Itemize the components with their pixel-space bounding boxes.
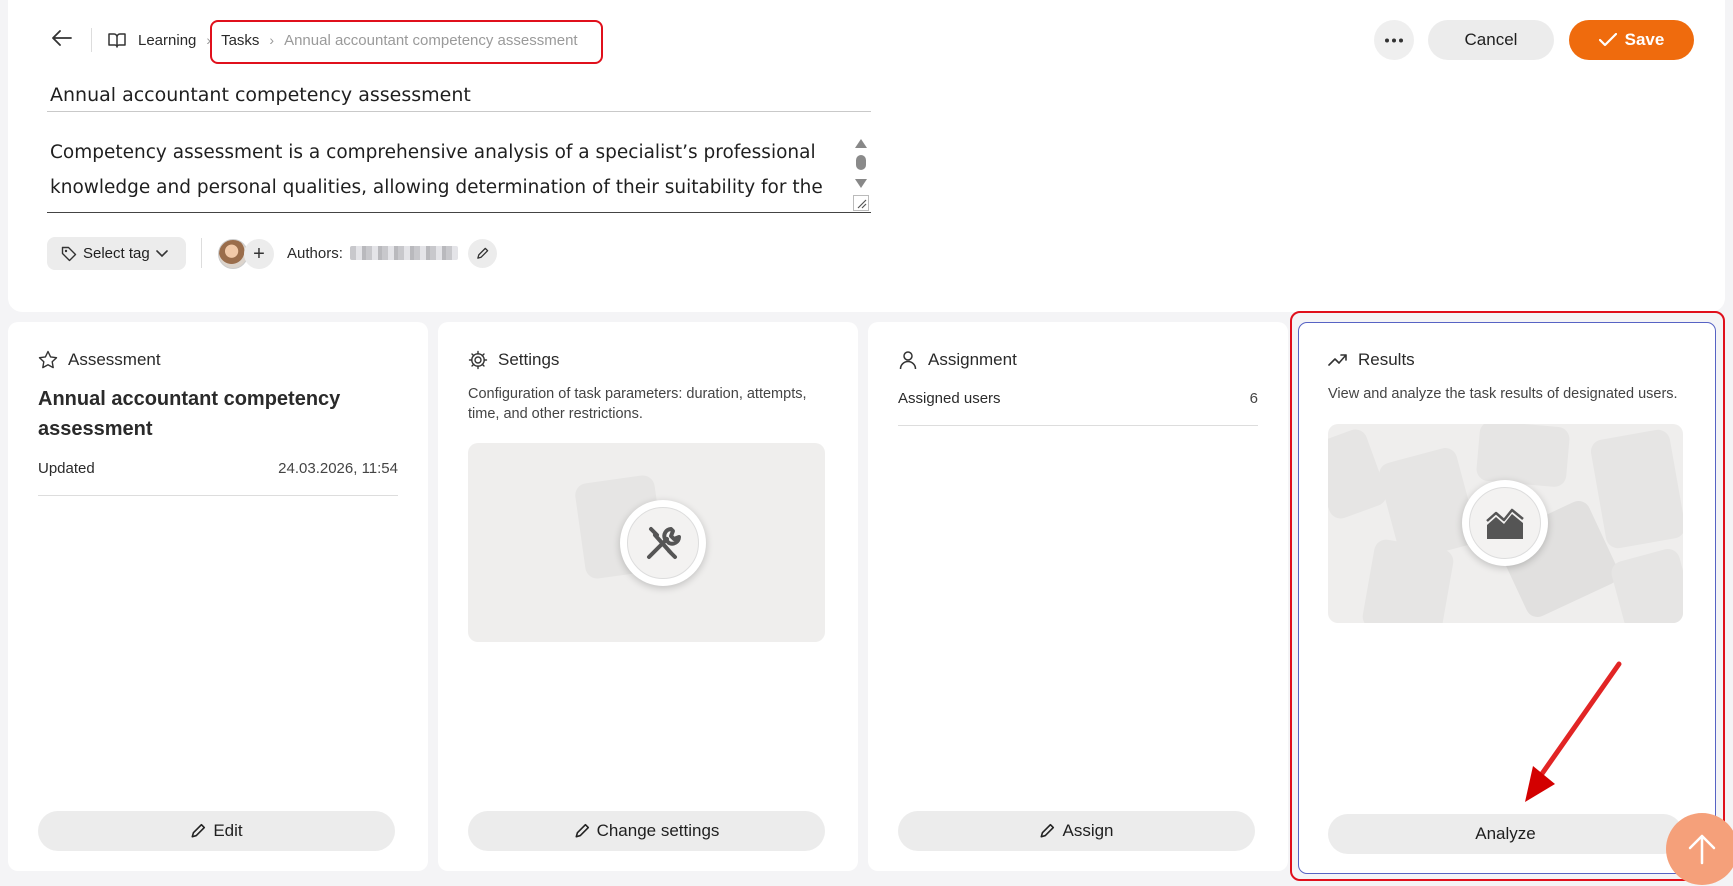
settings-illustration [468,443,825,642]
assigned-users-label: Assigned users [898,390,1001,407]
divider [201,238,202,268]
assessment-card-header: Assessment [38,350,161,370]
assigned-users-row: Assigned users 6 [898,390,1258,426]
resize-handle-icon[interactable] [853,195,869,211]
trending-up-icon [1328,354,1347,366]
breadcrumb-current: Annual accountant competency assessment [284,31,578,49]
assign-button-label: Assign [1062,821,1114,840]
annotation-arrow [1525,661,1622,802]
arrow-up-icon [1688,834,1716,865]
breadcrumb-learning[interactable]: Learning [138,32,196,49]
star-icon [38,350,58,369]
change-settings-button[interactable]: Change settings [468,811,825,851]
select-tag-label: Select tag [83,245,150,262]
book-icon [108,32,126,48]
scroll-up-icon[interactable] [855,139,867,148]
divider [91,28,92,52]
wrench-screwdriver-icon [620,500,706,586]
settings-card-header: Settings [468,350,559,370]
assignment-card-title: Assignment [928,350,1017,369]
assignment-card-header: Assignment [898,350,1017,370]
breadcrumb: Learning › Tasks › Annual accountant com… [108,26,578,54]
author-name-blurred [350,246,458,260]
pencil-icon [575,823,589,838]
assigned-users-count: 6 [1249,390,1258,407]
checkmark-icon [1598,33,1617,47]
pencil-icon [1040,823,1055,838]
scroll-thumb[interactable] [856,155,866,170]
tag-icon [61,246,77,261]
scroll-down-icon[interactable] [855,179,867,188]
task-title-input[interactable] [47,78,871,112]
pencil-icon [191,823,206,838]
analyze-button[interactable]: Analyze [1328,814,1683,854]
add-author-button[interactable]: + [244,239,274,269]
pencil-icon [477,247,489,259]
assessment-card-title: Assessment [68,350,161,369]
results-illustration [1328,424,1683,623]
analyze-button-label: Analyze [1475,824,1536,843]
breadcrumb-tasks[interactable]: Tasks [221,32,259,49]
edit-button-label: Edit [213,821,243,840]
results-card-title: Results [1358,350,1415,369]
assessment-name: Annual accountant competency assessment [38,388,341,440]
authors-label: Authors: [287,245,343,262]
user-icon [899,351,917,370]
edit-authors-button[interactable] [468,239,497,268]
cancel-button[interactable]: Cancel [1428,20,1554,60]
chevron-right-icon: › [206,32,212,48]
results-card: Results View and analyze the task result… [1298,322,1716,874]
assign-button[interactable]: Assign [898,811,1255,851]
task-header-panel: Learning › Tasks › Annual accountant com… [8,0,1725,312]
select-tag-button[interactable]: Select tag [47,237,186,270]
plus-icon: + [253,242,265,265]
updated-label: Updated [38,460,95,477]
settings-card: Settings Configuration of task parameter… [438,322,858,871]
assignment-card: Assignment Assigned users 6 Assign [868,322,1288,871]
change-settings-label: Change settings [596,821,720,840]
save-button[interactable]: Save [1569,20,1694,60]
save-button-label: Save [1624,30,1665,49]
task-description-textarea[interactable]: Competency assessment is a comprehensive… [47,137,871,213]
task-description-text: Competency assessment is a comprehensive… [50,142,823,198]
settings-card-title: Settings [498,350,560,369]
updated-row: Updated 24.03.2026, 11:54 [38,460,398,496]
updated-value: 24.03.2026, 11:54 [278,460,398,477]
scroll-to-top-button[interactable] [1666,813,1733,885]
ellipsis-icon [1385,38,1403,42]
settings-description: Configuration of task parameters: durati… [468,386,807,422]
assessment-card: Assessment Annual accountant competency … [8,322,428,871]
chevron-down-icon [155,249,168,257]
back-arrow-icon[interactable] [48,24,76,52]
results-description: View and analyze the task results of des… [1328,386,1678,402]
more-options-button[interactable] [1374,20,1414,60]
chevron-right-icon: › [269,32,275,48]
area-chart-icon [1462,480,1548,566]
gear-icon [468,350,488,370]
results-card-header: Results [1328,350,1415,370]
edit-button[interactable]: Edit [38,811,395,851]
